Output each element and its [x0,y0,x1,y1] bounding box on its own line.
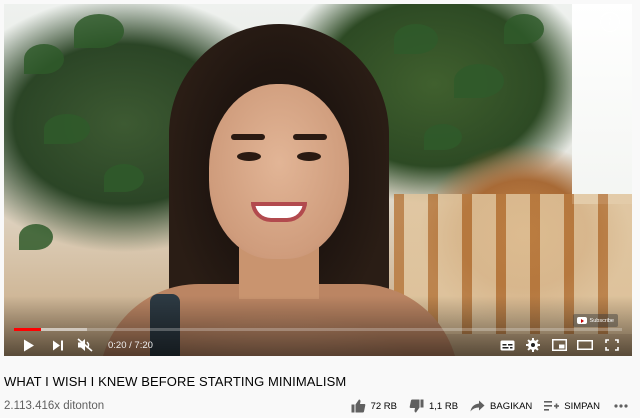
video-meta-row: 2.113.416x ditonton 72 RB 1,1 RB BAGIKAN [4,398,632,414]
current-time: 0:20 [108,339,127,351]
settings-icon [526,338,540,352]
progress-bar[interactable] [14,328,622,331]
speaker-smile [251,202,307,222]
video-player[interactable]: i Subscribe 0:20 / 7:20 [4,4,632,356]
youtube-logo-icon [576,317,587,324]
subtitles-icon [500,340,514,350]
settings-button[interactable] [520,334,546,356]
more-icon [614,404,628,408]
progress-played [14,328,42,331]
time-separator: / [129,339,132,351]
fullscreen-icon [605,339,619,351]
like-count: 72 RB [370,400,397,412]
background-window [572,4,632,204]
more-button[interactable] [614,404,628,408]
play-button[interactable] [12,334,46,356]
theater-icon [577,340,593,350]
time-display: 0:20 / 7:20 [108,340,153,351]
mute-icon [77,338,93,352]
mute-button[interactable] [70,334,100,356]
theater-button[interactable] [572,334,598,356]
miniplayer-button[interactable] [546,334,572,356]
speaker-eye [297,152,321,161]
speaker-brow [231,134,265,140]
duration: 7:20 [134,339,153,351]
speaker-brow [293,134,327,140]
share-button[interactable]: BAGIKAN [470,400,532,412]
player-controls: 0:20 / 7:20 [4,334,632,356]
fullscreen-button[interactable] [598,334,626,356]
speaker-face [209,84,349,259]
like-icon [351,399,365,413]
dislike-count: 1,1 RB [428,400,459,412]
subscribe-watermark[interactable]: Subscribe [572,314,618,327]
video-title: WHAT I WISH I KNEW BEFORE STARTING MINIM… [4,374,347,389]
plant-leaf [504,14,544,44]
dislike-icon [409,399,424,413]
view-count: 2.113.416x ditonton [4,400,105,412]
share-label: BAGIKAN [490,400,533,412]
save-icon [544,401,560,411]
save-label: SIMPAN [564,400,600,412]
plant-leaf [44,114,90,144]
watermark-label: Subscribe [589,317,614,324]
like-button[interactable]: 72 RB [351,399,397,413]
plant-leaf [454,64,504,98]
info-icon[interactable]: i [600,12,620,32]
share-icon [470,400,485,412]
plant-leaf [19,224,53,250]
save-button[interactable]: SIMPAN [544,400,600,412]
subtitles-button[interactable] [494,334,520,356]
next-icon [53,340,63,350]
plant-leaf [24,44,64,74]
speaker-eye [237,152,261,161]
play-icon [24,339,34,351]
next-button[interactable] [46,334,70,356]
dislike-button[interactable]: 1,1 RB [409,399,458,413]
miniplayer-icon [551,339,567,351]
video-actions: 72 RB 1,1 RB BAGIKAN SIMPAN [339,399,632,413]
